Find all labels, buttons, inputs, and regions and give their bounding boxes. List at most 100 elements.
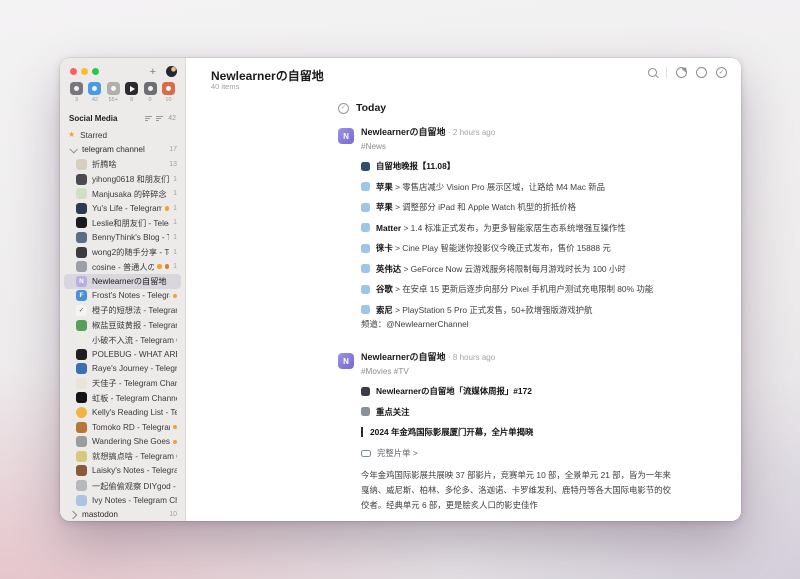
quote-text: 2024 年金鸡国际影展厦门开幕，全片单揭晓: [370, 427, 533, 437]
sidebar-item[interactable]: 小破不入流 - Telegram Chann…: [64, 332, 181, 347]
post[interactable]: NNewlearnerの自留地 · 8 hours ago#Movies #TV…: [338, 352, 674, 521]
sidebar-item[interactable]: FFrost's Notes - Telegram Ch…: [64, 289, 181, 304]
post-line-text: 谷歌 > 在安卓 15 更新后逐步向部分 Pixel 手机用户测试充电限制 80…: [376, 284, 653, 294]
post-line-link[interactable]: 完整片单 >: [361, 448, 674, 458]
custom-emoji-icon: [361, 305, 370, 314]
sidebar-group-mastodon[interactable]: mastodon10: [64, 507, 181, 521]
unread-count: 1: [173, 234, 177, 241]
gallery-account[interactable]: 55+: [106, 82, 121, 109]
sidebar-item[interactable]: Laisky's Notes - Telegram Chan…: [64, 464, 181, 479]
microphone-account[interactable]: 0: [143, 82, 158, 109]
feed-avatar-icon: F: [76, 290, 87, 301]
account-unread-count: 8: [130, 97, 133, 103]
feed-label: 椒盐豆豉黄报 - Telegram Chann…: [92, 319, 177, 331]
custom-emoji-icon: [361, 244, 370, 253]
post-header: Newlearnerの自留地 · 8 hours ago: [361, 352, 674, 363]
rss-account[interactable]: 3: [69, 82, 84, 109]
feed-label: Newlearnerの自留地: [92, 275, 177, 287]
custom-emoji-icon: [361, 264, 370, 273]
post-timestamp: · 2 hours ago: [448, 128, 495, 137]
filter-icon[interactable]: [156, 115, 163, 122]
sidebar-item[interactable]: Leslie和朋友们 - Telegram Ch…1: [64, 216, 181, 231]
sidebar-item[interactable]: 折腾啥13: [64, 157, 181, 172]
custom-emoji-icon: [361, 203, 370, 212]
link-icon: [361, 450, 371, 457]
sidebar-item[interactable]: wong2的随手分享 - Telegram… 1: [64, 245, 181, 260]
feed-label: wong2的随手分享 - Telegram…: [92, 246, 169, 258]
sidebar-item[interactable]: 就想搞点啥 - Telegram Channel: [64, 449, 181, 464]
post[interactable]: NNewlearnerの自留地 · 2 hours ago#News自留地晚报【…: [338, 127, 674, 329]
post-hashtags: #Movies #TV: [361, 367, 674, 376]
sidebar-item[interactable]: POLEBUG - WHAT ARE YOU T…: [64, 347, 181, 362]
post-line-text: 重点关注: [376, 407, 410, 417]
sidebar-item[interactable]: Raye's Journey - Telegram Cha…: [64, 362, 181, 377]
post-line-bullet: 自留地晚报【11.08】: [361, 161, 674, 171]
twitter-account[interactable]: 42: [87, 82, 102, 109]
unread-filter-icon[interactable]: [696, 67, 707, 78]
sidebar-item[interactable]: Kelly's Reading List - Telegram …: [64, 405, 181, 420]
youtube-account[interactable]: 8: [124, 82, 139, 109]
main-content: Newlearnerの自留地 40 items ✓ ✓ Today NNewle…: [186, 58, 741, 521]
rss-account-icon: [70, 82, 83, 95]
starred-badge-icon: [157, 264, 162, 269]
sidebar-item[interactable]: Yu's Life - Telegram Chan…1: [64, 201, 181, 216]
post-line-bullet: 苹果 > 调整部分 iPad 和 Apple Watch 机型的折抵价格: [361, 202, 674, 212]
sidebar-item[interactable]: ★Starred: [64, 128, 181, 143]
custom-emoji-icon: [361, 223, 370, 232]
sidebar-item[interactable]: Manjusaka 的碎碎念 - Telegra…1: [64, 186, 181, 201]
chevron-down-icon: [69, 145, 77, 153]
post-line-text: 苹果 > 零售店减少 Vision Pro 展示区域，让路给 M4 Mac 新品: [376, 182, 605, 192]
sidebar-item[interactable]: cosine - 普通人の日常…1: [64, 259, 181, 274]
feed-label: cosine - 普通人の日常…: [92, 261, 154, 273]
sidebar-item[interactable]: Wandering She Goes - Teleg…: [64, 434, 181, 449]
unread-count: 1: [173, 249, 177, 256]
custom-emoji-icon: [361, 407, 370, 416]
chevron-right-icon: [69, 510, 77, 518]
sidebar-item[interactable]: Tomoko RD - Telegram Cha…: [64, 420, 181, 435]
sidebar-item[interactable]: 天佳子 - Telegram Channel: [64, 376, 181, 391]
post-line-plain: 频道：@NewlearnerChannel: [361, 319, 674, 329]
feed-label: 天佳子 - Telegram Channel: [92, 377, 177, 389]
sidebar-item[interactable]: ✓橙子的短想法 - Telegram Chann…: [64, 303, 181, 318]
unread-count: 1: [173, 176, 177, 183]
sidebar-item[interactable]: 一起偷偷观察 DIYgod - Telegra…: [64, 478, 181, 493]
feed-avatar-icon: [76, 320, 87, 331]
feed-avatar-icon: [76, 451, 87, 462]
sidebar-item[interactable]: 椒盐豆豉黄报 - Telegram Chann…: [64, 318, 181, 333]
sidebar-item[interactable]: NNewlearnerの自留地: [64, 274, 181, 289]
feed-label: Wandering She Goes - Teleg…: [92, 437, 170, 446]
feed-label: 小破不入流 - Telegram Chann…: [92, 334, 177, 346]
add-subscription-button[interactable]: +: [150, 67, 156, 77]
post-line-bullet: 徕卡 > Cine Play 智能迷你投影仪今晚正式发布，售价 15888 元: [361, 243, 674, 253]
sidebar-item[interactable]: 虹板 - Telegram Channel: [64, 391, 181, 406]
megaphone-account[interactable]: 10: [161, 82, 176, 109]
starred-badge-icon: [173, 425, 178, 430]
refresh-icon[interactable]: [676, 67, 687, 78]
close-window-button[interactable]: [70, 68, 77, 75]
sidebar-item[interactable]: yihong0618 和朋友们的频道 - … 1: [64, 172, 181, 187]
sidebar-item[interactable]: Ivy Notes - Telegram Channel: [64, 493, 181, 508]
search-icon[interactable]: [648, 68, 657, 77]
mark-all-read-icon[interactable]: ✓: [716, 67, 727, 78]
zoom-window-button[interactable]: [92, 68, 99, 75]
feed-label: Tomoko RD - Telegram Cha…: [92, 423, 170, 432]
gallery-account-icon: [107, 82, 120, 95]
post-header: Newlearnerの自留地 · 2 hours ago: [361, 127, 674, 138]
sidebar-group-telegram-channel[interactable]: telegram channel17: [64, 143, 181, 158]
sidebar-item[interactable]: BennyThink's Blog - Telegra…1: [64, 230, 181, 245]
account-unread-count: 3: [75, 97, 78, 103]
feed-label: yihong0618 和朋友们的频道 - …: [92, 173, 169, 185]
post-line-text: Newlearnerの自留地「流媒体周报」#172: [376, 386, 532, 396]
twitter-account-icon: [88, 82, 101, 95]
minimize-window-button[interactable]: [81, 68, 88, 75]
profile-avatar-icon[interactable]: [166, 66, 177, 77]
check-circle-icon: ✓: [338, 103, 349, 114]
feed-avatar-icon: [76, 261, 87, 272]
sort-icon[interactable]: [145, 115, 152, 122]
feed-label: Starred: [80, 131, 177, 140]
feed-label: Laisky's Notes - Telegram Chan…: [92, 466, 177, 475]
post-timestamp: · 8 hours ago: [448, 353, 495, 362]
feed-label: POLEBUG - WHAT ARE YOU T…: [92, 350, 177, 359]
unread-count: 1: [173, 205, 177, 212]
post-line-bullet: 苹果 > 零售店减少 Vision Pro 展示区域，让路给 M4 Mac 新品: [361, 182, 674, 192]
